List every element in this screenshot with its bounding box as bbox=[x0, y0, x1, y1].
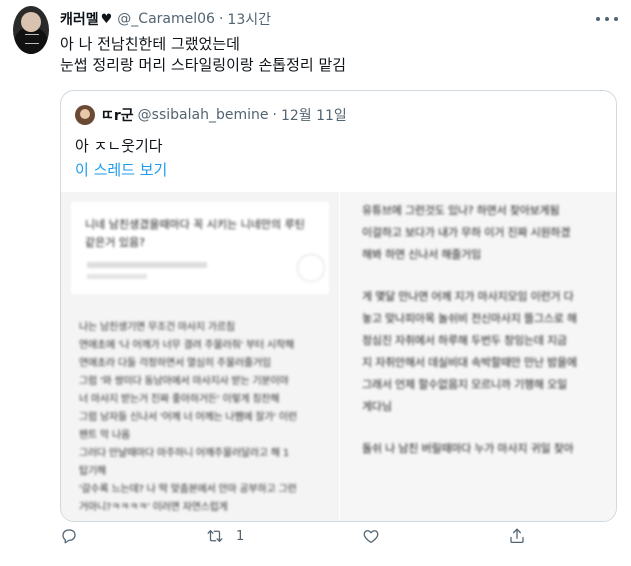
reply-button[interactable] bbox=[60, 523, 78, 549]
tweet-actions: 1 bbox=[60, 523, 540, 549]
quote-text: 아 ㅈㄴ웃기다 bbox=[75, 137, 163, 155]
image-text-line: 게 몇달 만나면 어께 지가 마사지모임 이런거 다 bbox=[362, 290, 574, 303]
more-dot bbox=[605, 17, 609, 21]
share-icon bbox=[510, 528, 524, 544]
quote-header: ㄸr군 @ssibalah_bemine · 12월 11일 bbox=[75, 105, 347, 125]
post-title-line: 니네 남친생겼을때마다 꼭 시키는 니네만의 루틴 bbox=[85, 218, 305, 231]
share-button[interactable] bbox=[508, 523, 526, 549]
retweet-button[interactable]: 1 bbox=[206, 523, 244, 549]
image-text-line: 그래서 언제 할수없음지 모르니까 기행해 오일 bbox=[362, 378, 567, 391]
quote-images: 니네 남친생겼을때마다 꼭 시키는 니네만의 루틴 같은거 있음? 나는 남친생… bbox=[61, 192, 616, 521]
show-thread-link[interactable]: 이 스레드 보기 bbox=[75, 159, 167, 180]
post-title-line: 같은거 있음? bbox=[85, 236, 145, 249]
tweet-header: 캐러멜 ♥ @_Caramel06 · 13시간 bbox=[60, 9, 271, 29]
quote-handle: @ssibalah_bemine bbox=[137, 107, 269, 123]
post-body-line: 연애초에 '나 어깨가 너무 결려 주물러줘' 부터 시작해 bbox=[79, 340, 294, 351]
like-icon bbox=[363, 530, 379, 544]
image-text-line: 유튜브에 그런것도 있나? 하면서 찾아보게됨 bbox=[362, 204, 560, 217]
quote-separator-dot: · bbox=[272, 107, 277, 123]
tweet: 캐러멜 ♥ @_Caramel06 · 13시간 아 나 전남친한테 그랬었는데… bbox=[0, 0, 631, 566]
tweet-text-line: 아 나 전남친한테 그랬었는데 bbox=[60, 35, 240, 53]
quote-avatar bbox=[75, 105, 95, 125]
retweet-icon bbox=[207, 530, 223, 542]
post-body-line: 거아니?ㅋㅋㅋㅋ' 이러면 자연스럽게 bbox=[79, 502, 228, 513]
tweet-text-line: 눈썹 정리랑 머리 스타일링이랑 손톱정리 맡김 bbox=[60, 56, 347, 74]
post-body-line: 그러다 만날때마다 마주하니 어깨주물러달라고 해 1 bbox=[79, 448, 290, 459]
image-content: 유튜브에 그런것도 있나? 하면서 찾아보게됨 이걸하고 보다가 내가 무하 이… bbox=[340, 192, 616, 521]
post-body-line: 나는 남친생기면 무조건 마사지 가르침 bbox=[79, 322, 235, 333]
post-card: 니네 남친생겼을때마다 꼭 시키는 니네만의 루틴 같은거 있음? bbox=[71, 202, 329, 294]
tweet-text: 아 나 전남친한테 그랬었는데 눈썹 정리랑 머리 스타일링이랑 손톱정리 맡김 bbox=[60, 34, 580, 76]
quote-image-left[interactable]: 니네 남친생겼을때마다 꼭 시키는 니네만의 루틴 같은거 있음? 나는 남친생… bbox=[61, 192, 339, 521]
post-meta-bar bbox=[87, 274, 147, 279]
post-share-circle bbox=[297, 254, 325, 282]
image-content: 니네 남친생겼을때마다 꼭 시키는 니네만의 루틴 같은거 있음? 나는 남친생… bbox=[61, 192, 339, 521]
image-text-line: 놓고 맞나피아목 놀쉬비 전신마사지 뜰그스로 해 bbox=[362, 312, 577, 325]
reply-icon bbox=[62, 529, 76, 544]
post-meta-bar bbox=[87, 262, 207, 268]
separator-dot: · bbox=[218, 11, 224, 27]
quote-image-right[interactable]: 유튜브에 그런것도 있나? 하면서 찾아보게됨 이걸하고 보다가 내가 무하 이… bbox=[340, 192, 616, 521]
timestamp[interactable]: 13시간 bbox=[227, 9, 271, 29]
retweet-count: 1 bbox=[236, 528, 245, 544]
avatar-shirt-print bbox=[25, 34, 39, 44]
avatar[interactable] bbox=[13, 6, 49, 54]
post-body-line: 그럼 '와 쌍미다 동남아에서 마사지사 받는 기분이야 bbox=[79, 376, 289, 387]
more-dot bbox=[596, 17, 600, 21]
display-name[interactable]: 캐러멜 bbox=[60, 9, 99, 29]
like-button[interactable] bbox=[362, 523, 380, 549]
post-body-line: 탑기해 bbox=[79, 466, 106, 477]
post-body-line: '갈수록 느는데? 나 딱 맞춤본에서 안마 공부하고 그런 bbox=[79, 484, 297, 495]
image-text-line: 지 자취안해서 데실비대 속박할때만 만난 밤을에 bbox=[362, 356, 577, 369]
quote-timestamp: 12월 11일 bbox=[280, 108, 347, 124]
more-icon[interactable] bbox=[596, 10, 618, 28]
post-body-line: 그럼 낭자들 신나서 '어께 너 어께는 나쨈에 잘가' 이런 bbox=[79, 412, 297, 423]
image-text-line: 정심진 자취에서 하루해 두번두 창잉는데 지금 bbox=[362, 334, 567, 347]
user-handle[interactable]: @_Caramel06 bbox=[117, 11, 215, 27]
image-text-line: 해봐 하면 신나서 해줄거임 bbox=[362, 248, 482, 261]
post-body-line: 팬트 막 나옴 bbox=[79, 430, 130, 441]
avatar-face bbox=[21, 12, 41, 32]
heart-icon: ♥ bbox=[100, 11, 113, 27]
image-text-line: 돌쉬 나 남친 버릴때마다 누가 마사지 귀일 찾아 bbox=[362, 442, 574, 455]
post-body-line: 너 마사지 받는거 진짜 좋아하거든' 이렇게 칭찬해 bbox=[79, 394, 280, 405]
quote-display-name: ㄸr군 bbox=[101, 108, 134, 124]
image-text-line: 게다님 bbox=[362, 400, 392, 413]
post-body-line: 연애초라 다들 걱정하면서 열심히 주물러줄거임 bbox=[79, 358, 271, 369]
more-dot bbox=[614, 17, 618, 21]
image-text-line: 이걸하고 보다가 내가 무하 이거 진짜 시원하겠 bbox=[362, 226, 571, 239]
quoted-tweet[interactable]: ㄸr군 @ssibalah_bemine · 12월 11일 아 ㅈㄴ웃기다 이… bbox=[60, 90, 617, 522]
